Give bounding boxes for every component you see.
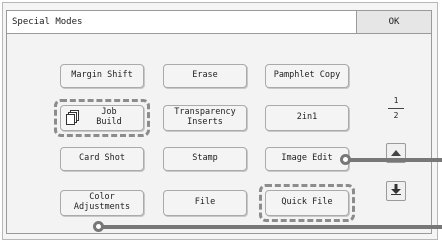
ok-button-label: OK	[388, 17, 400, 27]
color-adjustments-callout-line	[98, 225, 442, 229]
job-build-button[interactable]: Job Build	[60, 105, 144, 131]
quick-file-label: Quick File	[281, 197, 333, 208]
card-shot-label: Card Shot	[78, 153, 126, 164]
2in1-button[interactable]: 2in1	[265, 105, 349, 131]
scroll-up-icon	[391, 148, 401, 159]
margin-shift-button[interactable]: Margin Shift	[60, 64, 144, 88]
color-adjustments-button[interactable]: Color Adjustments	[60, 190, 144, 216]
job-build-label-line2: Build	[96, 117, 122, 127]
ok-button[interactable]: OK	[356, 10, 432, 34]
scroll-down-icon	[391, 184, 401, 198]
margin-shift-label: Margin Shift	[71, 70, 133, 81]
image-edit-callout-line	[345, 158, 442, 162]
pamphlet-copy-label: Pamphlet Copy	[273, 70, 341, 81]
file-button[interactable]: File	[163, 190, 247, 216]
card-shot-button[interactable]: Card Shot	[60, 147, 144, 171]
color-adjustments-label-line2: Adjustments	[73, 202, 131, 212]
pamphlet-copy-button[interactable]: Pamphlet Copy	[265, 64, 349, 88]
quick-file-button[interactable]: Quick File	[265, 190, 349, 216]
screen-title: Special Modes	[6, 10, 374, 34]
erase-button[interactable]: Erase	[163, 64, 247, 88]
job-build-label: Job Build	[96, 107, 122, 128]
page-total: 2	[393, 111, 399, 120]
transparency-label-line2: Inserts	[187, 117, 223, 127]
color-adjustments-callout-dot	[93, 221, 104, 232]
file-label: File	[194, 197, 216, 208]
2in1-label: 2in1	[296, 112, 318, 123]
page-divider	[388, 108, 404, 109]
image-edit-button[interactable]: Image Edit	[265, 147, 349, 171]
scroll-down-button[interactable]	[386, 181, 406, 201]
image-edit-label: Image Edit	[281, 153, 333, 164]
screen-title-text: Special Modes	[12, 17, 83, 27]
stamp-button[interactable]: Stamp	[163, 147, 247, 171]
copy-stack-icon	[66, 110, 80, 130]
stamp-label: Stamp	[192, 153, 218, 164]
transparency-inserts-button[interactable]: Transparency Inserts	[163, 105, 247, 131]
erase-label: Erase	[192, 70, 218, 81]
image-edit-callout-dot	[340, 154, 351, 165]
page-current: 1	[393, 96, 399, 105]
